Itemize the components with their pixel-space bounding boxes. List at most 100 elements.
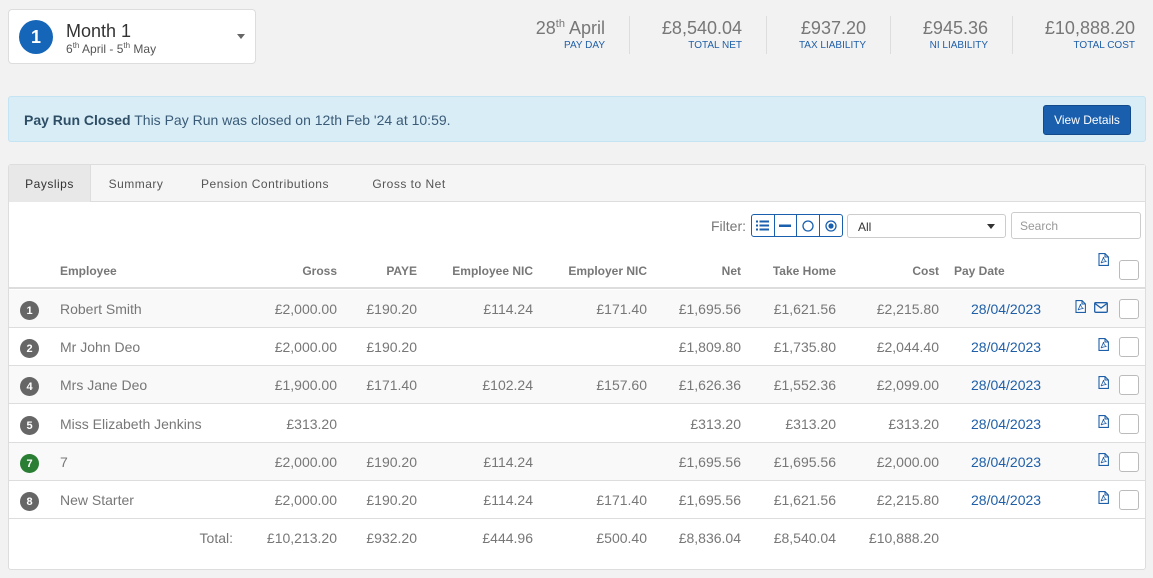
take-home-value: £1,621.56 <box>773 301 836 317</box>
select-all-checkbox[interactable] <box>1119 260 1139 280</box>
pay-day-label: PAY DAY <box>564 40 605 51</box>
col-pay-date[interactable]: Pay Date <box>954 264 1005 278</box>
row-checkbox[interactable] <box>1119 375 1139 395</box>
pay-date-link[interactable]: 28/04/2023 <box>971 416 1041 432</box>
filter-select[interactable]: All <box>847 214 1006 238</box>
employee-name[interactable]: New Starter <box>60 492 134 508</box>
table-row: 7 7 £2,000.00 £190.20 £114.24 £1,695.56 … <box>9 443 1145 481</box>
employee-name[interactable]: 7 <box>60 454 68 470</box>
filter-list-button[interactable] <box>752 215 775 236</box>
gross-value: £313.20 <box>286 416 337 432</box>
col-employee-nic[interactable]: Employee NIC <box>452 264 533 278</box>
table-row: 2 Mr John Deo £2,000.00 £190.20 £1,809.8… <box>9 328 1145 366</box>
col-net[interactable]: Net <box>722 264 741 278</box>
pdf-file-icon[interactable] <box>1075 300 1086 313</box>
employee-name[interactable]: Mrs Jane Deo <box>60 377 147 393</box>
tab-payslips[interactable]: Payslips <box>9 165 91 202</box>
tab-bar: Payslips Summary Pension Contributions G… <box>9 165 1145 202</box>
pay-date-link[interactable]: 28/04/2023 <box>971 454 1041 470</box>
stat-total-cost: £10,888.20 TOTAL COST <box>1045 18 1135 51</box>
total-net-value: £8,540.04 <box>661 18 742 38</box>
period-number-badge: 1 <box>19 20 53 54</box>
tax-liability-value: £937.20 <box>800 18 866 38</box>
paye-value: £190.20 <box>366 492 417 508</box>
employer-nic-value: £171.40 <box>596 492 647 508</box>
gross-value: £2,000.00 <box>274 492 337 508</box>
col-paye[interactable]: PAYE <box>386 264 417 278</box>
row-checkbox[interactable] <box>1119 490 1139 510</box>
pdf-file-icon[interactable] <box>1098 253 1109 266</box>
stat-divider <box>766 16 767 54</box>
paye-value: £190.20 <box>366 301 417 317</box>
gross-value: £2,000.00 <box>274 301 337 317</box>
pdf-file-icon[interactable] <box>1098 415 1109 428</box>
total-net-label: TOTAL NET <box>688 40 742 51</box>
employee-name[interactable]: Robert Smith <box>60 301 142 317</box>
net-value: £313.20 <box>690 416 741 432</box>
total-net: £8,836.04 <box>678 530 741 546</box>
paye-value: £171.40 <box>366 377 417 393</box>
pdf-file-icon[interactable] <box>1098 338 1109 351</box>
row-checkbox[interactable] <box>1119 452 1139 472</box>
employee-nic-value: £114.24 <box>483 301 533 317</box>
circle-outline-icon <box>802 219 814 232</box>
total-cost: £10,888.20 <box>868 530 939 546</box>
tab-summary[interactable]: Summary <box>92 165 180 202</box>
cost-value: £2,044.40 <box>876 339 939 355</box>
take-home-value: £1,552.36 <box>773 377 836 393</box>
net-value: £1,695.56 <box>678 454 741 470</box>
envelope-icon[interactable] <box>1094 302 1108 313</box>
col-cost[interactable]: Cost <box>912 264 939 278</box>
employee-number-badge: 2 <box>20 339 39 358</box>
row-checkbox[interactable] <box>1119 414 1139 434</box>
period-title: Month 1 <box>66 21 132 41</box>
col-take-home[interactable]: Take Home <box>773 264 836 278</box>
pay-date-link[interactable]: 28/04/2023 <box>971 377 1041 393</box>
employee-name[interactable]: Mr John Deo <box>60 339 140 355</box>
filter-dot-button[interactable] <box>820 215 842 236</box>
filter-button-group <box>751 214 843 237</box>
table-header: Employee Gross PAYE Employee NIC Employe… <box>9 253 1145 289</box>
table-row: 1 Robert Smith £2,000.00 £190.20 £114.24… <box>9 290 1145 328</box>
filter-circle-button[interactable] <box>797 215 820 236</box>
table-row: 5 Miss Elizabeth Jenkins £313.20 £313.20… <box>9 405 1145 443</box>
pay-date-link[interactable]: 28/04/2023 <box>971 492 1041 508</box>
pdf-file-icon[interactable] <box>1098 491 1109 504</box>
col-employee[interactable]: Employee <box>60 264 117 278</box>
circle-dot-icon <box>825 219 837 232</box>
list-icon <box>756 220 770 231</box>
search-input[interactable] <box>1011 212 1141 239</box>
pay-date-link[interactable]: 28/04/2023 <box>971 301 1041 317</box>
filter-minus-button[interactable] <box>775 215 797 236</box>
cost-value: £313.20 <box>888 416 939 432</box>
tab-pension-contributions[interactable]: Pension Contributions <box>185 165 345 202</box>
employer-nic-value: £171.40 <box>596 301 647 317</box>
tax-liability-label: TAX LIABILITY <box>798 40 866 51</box>
row-checkbox[interactable] <box>1119 299 1139 319</box>
alert-message: Pay Run Closed This Pay Run was closed o… <box>24 112 451 128</box>
pay-day-value: 28th April <box>535 18 605 38</box>
gross-value: £2,000.00 <box>274 454 337 470</box>
paye-value: £190.20 <box>366 339 417 355</box>
employee-name[interactable]: Miss Elizabeth Jenkins <box>60 416 202 432</box>
table-row: 8 New Starter £2,000.00 £190.20 £114.24 … <box>9 481 1145 519</box>
employee-nic-value: £114.24 <box>483 454 533 470</box>
pay-date-link[interactable]: 28/04/2023 <box>971 339 1041 355</box>
stat-pay-day: 28th April PAY DAY <box>536 18 605 51</box>
row-checkbox[interactable] <box>1119 337 1139 357</box>
employee-number-badge: 7 <box>20 454 39 473</box>
cost-value: £2,215.80 <box>876 301 939 317</box>
minus-icon <box>779 224 792 227</box>
view-details-button[interactable]: View Details <box>1043 105 1131 135</box>
tab-gross-to-net[interactable]: Gross to Net <box>355 165 463 202</box>
paye-value: £190.20 <box>366 454 417 470</box>
col-employer-nic[interactable]: Employer NIC <box>568 264 647 278</box>
pdf-file-icon[interactable] <box>1098 376 1109 389</box>
stat-divider <box>1012 16 1013 54</box>
stat-divider <box>629 16 630 54</box>
pdf-file-icon[interactable] <box>1098 453 1109 466</box>
take-home-value: £1,695.56 <box>773 454 836 470</box>
pay-period-selector[interactable]: 1 Month 1 6th April - 5th May <box>8 9 256 64</box>
employee-number-badge: 1 <box>20 301 39 320</box>
col-gross[interactable]: Gross <box>302 264 337 278</box>
